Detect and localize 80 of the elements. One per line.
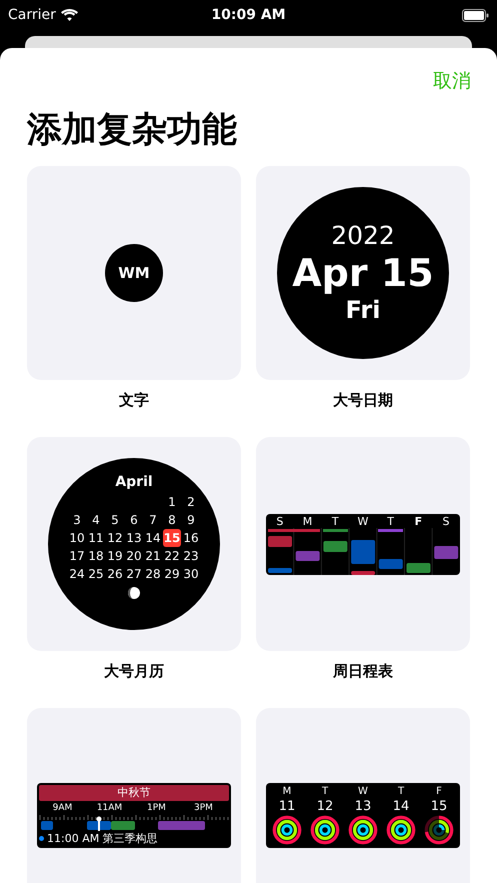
moon-icon (128, 587, 140, 599)
calendar-day: 8 (163, 511, 181, 529)
date-number: 11 (278, 798, 296, 814)
complication-card[interactable]: 2022 Apr 15 Fri (256, 166, 470, 380)
text-complication: WM (105, 244, 163, 302)
time-label: 3PM (193, 802, 214, 814)
calendar-day: 2 (182, 493, 200, 511)
weekday-letter: T (398, 786, 404, 798)
calendar-day: 9 (182, 511, 200, 529)
weekday-letter: T (332, 514, 339, 528)
battery-icon (462, 8, 489, 22)
complication-label: 大号日期 (333, 391, 393, 409)
date-number: 15 (430, 798, 448, 814)
calendar-day: 6 (125, 511, 143, 529)
weekday-letter: W (358, 786, 368, 798)
calendar-day: 24 (68, 565, 86, 583)
calendar-day: 4 (87, 511, 105, 529)
weekday-letter: F (414, 514, 422, 528)
complication-label: 周日程表 (333, 662, 393, 680)
calendar-day: 28 (144, 565, 162, 583)
weekday-letter: W (358, 514, 368, 528)
time-label: 1PM (146, 802, 167, 814)
calendar-day: 16 (182, 529, 200, 547)
event-text: 11:00 AM 第三季构思 (47, 832, 158, 846)
time-label: 9AM (52, 802, 74, 814)
weekday-letter: S (442, 514, 450, 528)
calendar-day: 15 (163, 529, 181, 547)
carrier-text: Carrier (8, 6, 56, 24)
calendar-day: 14 (144, 529, 162, 547)
calendar-day: 30 (182, 565, 200, 583)
activity-rings-icon (386, 814, 416, 844)
month-text: April (115, 473, 153, 492)
time-label: 11AM (96, 802, 124, 814)
weekday-letter: T (322, 786, 328, 798)
calendar-day: 3 (68, 511, 86, 529)
year-text: 2022 (331, 221, 395, 251)
calendar-day: 27 (125, 565, 143, 583)
calendar-day: 19 (106, 547, 124, 565)
calendar-day: 26 (106, 565, 124, 583)
event-dot-icon (39, 836, 44, 841)
calendar-day: 10 (68, 529, 86, 547)
date-number: 14 (392, 798, 410, 814)
calendar-day: 7 (144, 511, 162, 529)
date-text: Apr 15 (292, 251, 434, 295)
calendar-day: 23 (182, 547, 200, 565)
calendar-day: 13 (125, 529, 143, 547)
calendar-day: 21 (144, 547, 162, 565)
calendar-day: 1 (163, 493, 181, 511)
activity-rings-icon (310, 814, 340, 844)
complication-label: 大号月历 (104, 662, 164, 680)
calendar-day: 12 (106, 529, 124, 547)
weekday-letter: M (282, 786, 292, 798)
calendar-day: 22 (163, 547, 181, 565)
date-number: 13 (354, 798, 372, 814)
weekday-letter: S (276, 514, 284, 528)
weekday-text: Fri (346, 295, 380, 325)
complication-card[interactable]: M 11 T 12 W 13 T 14 F 15 (256, 708, 470, 883)
weekday-letter: F (436, 786, 442, 798)
activity-rings-icon (348, 814, 378, 844)
activity-rings-icon (272, 814, 302, 844)
event-banner: 中秋节 (39, 784, 229, 800)
calendar-day: 25 (87, 565, 105, 583)
complication-label: 文字 (119, 391, 149, 409)
calendar-day: 11 (87, 529, 105, 547)
wifi-icon (60, 9, 78, 21)
calendar-day: 5 (106, 511, 124, 529)
complication-card[interactable]: WM (27, 166, 241, 380)
date-number: 12 (316, 798, 334, 814)
time-text: 10:09 AM (211, 6, 286, 24)
complication-card[interactable]: April 1 2 3 4 5 6 7 8 9 10 11 12 13 14 15 16 17 18 19 20 21 22 23 24 25 26 27 28 29 30 (27, 437, 241, 651)
calendar-day: 18 (87, 547, 105, 565)
sheet-title: 添加复杂功能 (27, 109, 238, 152)
activity-rings-icon (424, 814, 454, 844)
weekday-letter: T (387, 514, 394, 528)
complication-card[interactable]: 中秋节 9AM 11AM 1PM 3PM 11:00 AM 第三季构思 (27, 708, 241, 883)
weekday-letter: M (302, 514, 312, 528)
complication-card[interactable]: S M T W T F S (256, 437, 470, 651)
calendar-day: 17 (68, 547, 86, 565)
calendar-day: 29 (163, 565, 181, 583)
calendar-day: 20 (125, 547, 143, 565)
